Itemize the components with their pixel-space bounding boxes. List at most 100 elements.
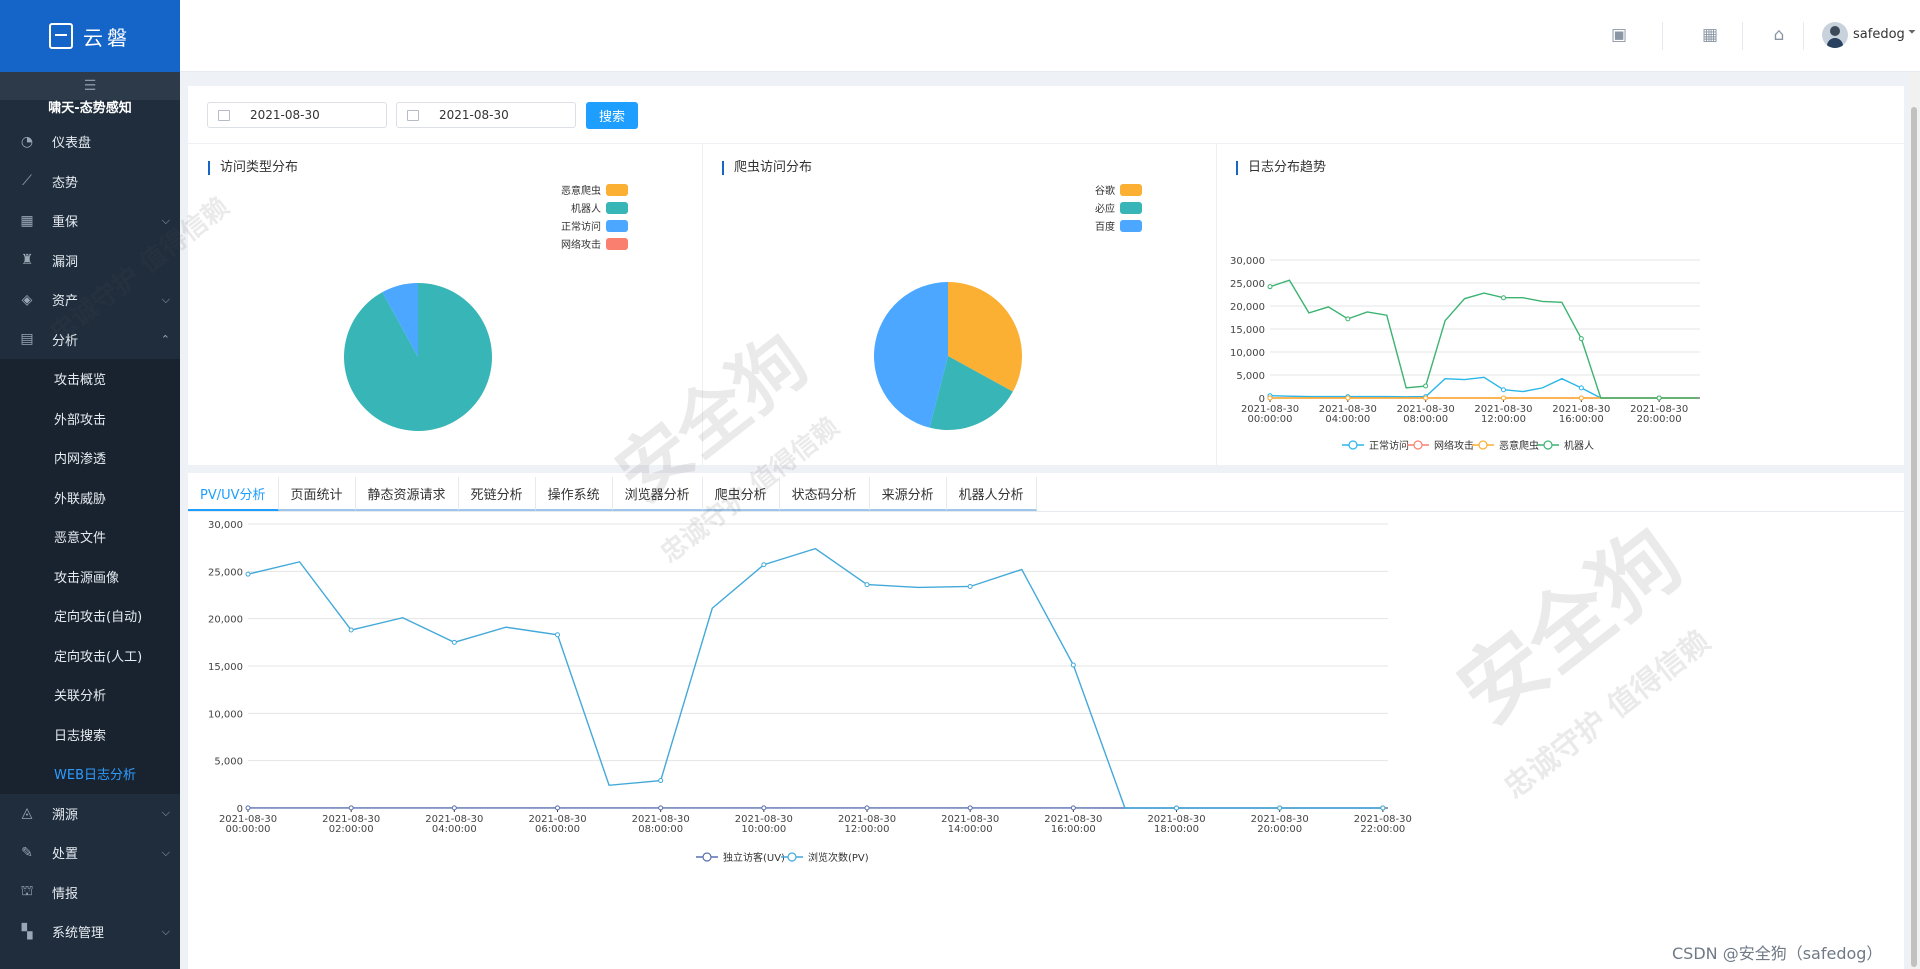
scrollbar-thumb[interactable] — [1911, 107, 1917, 967]
sidebar-item-trace[interactable]: ◬ 溯源 ⌵ — [0, 794, 180, 834]
layers-icon: ◈ — [21, 291, 33, 308]
brand-header[interactable]: 云磐 — [0, 0, 180, 72]
data-point — [1174, 805, 1180, 811]
tab-2[interactable]: 静态资源请求 — [355, 477, 459, 511]
calendar-icon: ▦ — [20, 212, 34, 229]
tab-1[interactable]: 页面统计 — [278, 477, 356, 511]
legend-label: 正常访问 — [1369, 439, 1409, 452]
tab-3[interactable]: 死链分析 — [458, 477, 536, 511]
sidebar-subitem[interactable]: 内网渗透 — [0, 438, 180, 478]
tab-5[interactable]: 浏览器分析 — [612, 477, 703, 511]
section-gap — [188, 465, 1904, 473]
sidebar-subitem[interactable]: 攻击概览 — [0, 359, 180, 399]
legend-marker — [1413, 440, 1423, 450]
sidebar-subitem[interactable]: 恶意文件 — [0, 517, 180, 557]
sidebar-collapse-toggle[interactable]: ☰ — [0, 72, 180, 100]
tab-0[interactable]: PV/UV分析 — [188, 477, 279, 511]
y-tick-label: 5,000 — [214, 757, 243, 768]
chevron-down-icon[interactable]: ⌵ — [162, 214, 170, 228]
x-tick-label: 00:00:00 — [226, 824, 271, 835]
log-trend-line-chart: 30,00025,00020,00015,00010,0005,00002021… — [1230, 256, 1700, 452]
main-panel: 2021-08-30 2021-08-30 搜索 访问类型分布 爬虫访问分布 日… — [188, 86, 1904, 969]
tab-4[interactable]: 操作系统 — [535, 477, 613, 511]
start-date-input[interactable]: 2021-08-30 — [207, 102, 387, 128]
legend-marker — [787, 852, 797, 862]
x-tick-label: 02:00:00 — [329, 824, 374, 835]
intel-icon: ⛫ — [20, 883, 34, 900]
data-point — [245, 571, 251, 577]
calendar-icon[interactable]: ▦ — [1699, 24, 1721, 46]
sidebar-item-label: 仪表盘 — [52, 136, 92, 152]
visit-type-pie-chart: 恶意爬虫机器人正常访问网络攻击 — [344, 184, 628, 431]
data-point — [1070, 662, 1076, 668]
sidebar-subitem[interactable]: WEB日志分析 — [0, 754, 180, 794]
search-button[interactable]: 搜索 — [586, 102, 638, 129]
sidebar-subitem[interactable]: 攻击源画像 — [0, 556, 180, 596]
data-point — [864, 582, 870, 588]
sidebar-item-calendar[interactable]: ▦ 重保 ⌵ — [0, 201, 180, 241]
sidebar-subitem[interactable]: 定向攻击(自动) — [0, 596, 180, 636]
sidebar-menu: ◔ 仪表盘 ⟋ 态势 ▦ 重保 ⌵ ♜ 漏洞 ◈ 资产 ⌵ ▤ 分析 ⌃ — [0, 122, 180, 359]
chevron-down-icon[interactable]: ⏷ — [1908, 27, 1916, 38]
legend-label: 必应 — [1095, 202, 1115, 215]
sidebar-item-handle[interactable]: ✎ 处置 ⌵ — [0, 833, 180, 873]
y-tick-label: 25,000 — [208, 567, 243, 578]
sidebar-menu-lower: ◬ 溯源 ⌵ ✎ 处置 ⌵ ⛫ 情报 ▚ 系统管理 ⌵ — [0, 794, 180, 952]
handle-icon: ✎ — [21, 844, 33, 861]
sidebar-item-label: 系统管理 — [52, 926, 105, 942]
sidebar-item-dashboard[interactable]: ◔ 仪表盘 — [0, 122, 180, 162]
dashboard-icon: ◔ — [20, 133, 34, 150]
sidebar-item-label: 处置 — [52, 847, 79, 863]
data-point — [1578, 385, 1584, 391]
data-point — [1423, 395, 1429, 401]
calendar-icon — [218, 109, 230, 121]
data-point — [761, 805, 767, 811]
data-point — [1380, 805, 1386, 811]
sidebar-item-analysis[interactable]: ▤ 分析 ⌃ — [0, 320, 180, 360]
calendar-icon — [407, 109, 419, 121]
sidebar-item-intel[interactable]: ⛫ 情报 — [0, 873, 180, 913]
sidebar-subitem[interactable]: 日志搜索 — [0, 714, 180, 754]
chevron-down-icon[interactable]: ⌵ — [162, 293, 170, 307]
avatar[interactable] — [1822, 22, 1848, 48]
chevron-down-icon[interactable]: ⌵ — [162, 925, 170, 939]
sidebar-subitem[interactable]: 外联威胁 — [0, 477, 180, 517]
tab-9[interactable]: 机器人分析 — [946, 477, 1037, 511]
sidebar-submenu: 攻击概览 外部攻击 内网渗透 外联威胁 恶意文件 攻击源画像 定向攻击(自动) 定向攻击(人工… — [0, 359, 180, 794]
x-tick-label: 12:00:00 — [1481, 414, 1526, 425]
task-icon[interactable]: ▣ — [1608, 24, 1630, 46]
crawler-pie-chart: 谷歌必应百度 — [874, 184, 1142, 430]
x-tick-label: 00:00:00 — [1248, 414, 1293, 425]
x-tick-label: 18:00:00 — [1154, 824, 1199, 835]
chevron-down-icon[interactable]: ⌵ — [162, 806, 170, 820]
alert-icon[interactable]: ⌂ — [1768, 24, 1790, 46]
sidebar-item-label: 情报 — [52, 886, 79, 902]
chevron-up-icon[interactable]: ⌃ — [161, 333, 170, 346]
data-point — [1500, 295, 1506, 301]
legend-label: 机器人 — [1564, 439, 1594, 452]
sidebar-subitem[interactable]: 外部攻击 — [0, 398, 180, 438]
y-tick-label: 25,000 — [1230, 279, 1265, 290]
page-scrollbar[interactable] — [1908, 72, 1920, 969]
sidebar-item-layers[interactable]: ◈ 资产 ⌵ — [0, 280, 180, 320]
sidebar-item-trend[interactable]: ⟋ 态势 — [0, 162, 180, 202]
legend-label: 恶意爬虫 — [1499, 439, 1539, 452]
data-point — [1500, 395, 1506, 401]
sidebar-subitem[interactable]: 关联分析 — [0, 675, 180, 715]
sidebar-item-bug[interactable]: ♜ 漏洞 — [0, 241, 180, 281]
data-point — [1500, 387, 1506, 393]
data-point — [967, 805, 973, 811]
data-point — [1345, 395, 1351, 401]
user-name[interactable]: safedog — [1853, 27, 1905, 42]
data-point — [864, 805, 870, 811]
end-date-input[interactable]: 2021-08-30 — [396, 102, 576, 128]
tab-7[interactable]: 状态码分析 — [779, 477, 870, 511]
sidebar-subitem[interactable]: 定向攻击(人工) — [0, 635, 180, 675]
tab-8[interactable]: 来源分析 — [869, 477, 947, 511]
y-tick-label: 15,000 — [208, 662, 243, 673]
data-point — [1070, 805, 1076, 811]
sidebar-item-grid[interactable]: ▚ 系统管理 ⌵ — [0, 912, 180, 952]
series-line-正常访问 — [1269, 376, 1699, 399]
chevron-down-icon[interactable]: ⌵ — [162, 846, 170, 860]
tab-6[interactable]: 爬虫分析 — [702, 477, 780, 511]
